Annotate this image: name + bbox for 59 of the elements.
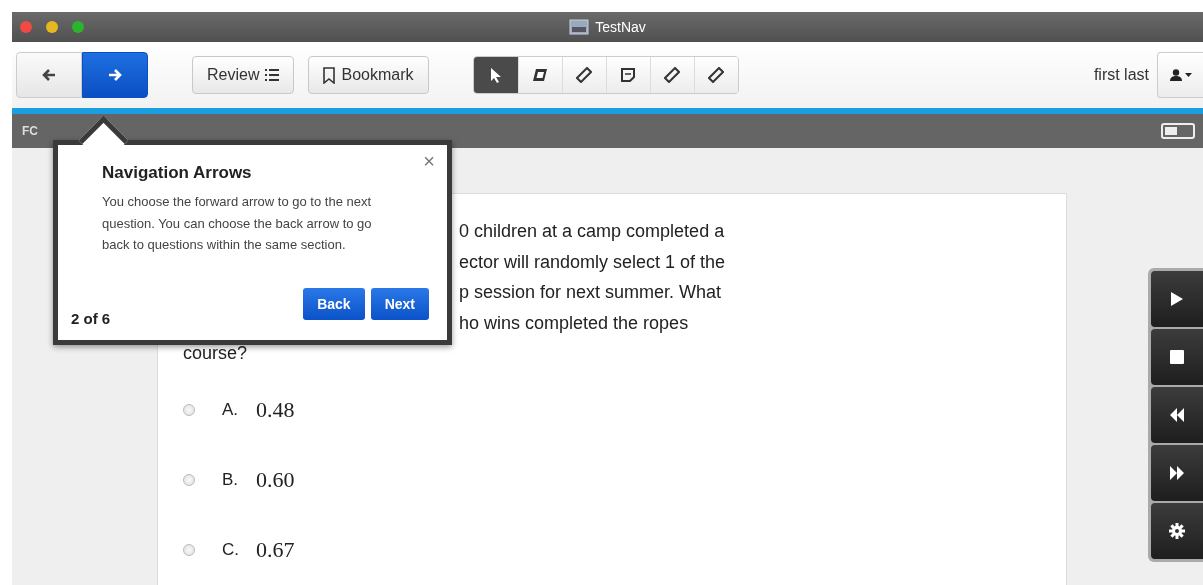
choice-letter: C. [222, 539, 240, 560]
choice-letter: A. [222, 399, 240, 420]
choice-value: 0.60 [256, 466, 295, 493]
minimize-window-icon[interactable] [46, 21, 58, 33]
forward-button[interactable] [82, 52, 148, 98]
app-icon [569, 19, 590, 35]
fast-forward-icon [1169, 466, 1185, 480]
step-counter: 2 of 6 [71, 310, 111, 327]
question-text: ho wins completed the ropes [459, 311, 689, 335]
zoom-window-icon[interactable] [72, 21, 84, 33]
note-tool-button[interactable] [605, 57, 650, 93]
toggle-icon[interactable] [1161, 123, 1195, 139]
choice-value: 0.48 [256, 396, 295, 423]
close-button[interactable]: × [423, 151, 435, 171]
play-icon [1170, 291, 1184, 307]
breadcrumb-text: FC [22, 124, 38, 138]
popover-title: Navigation Arrows [102, 163, 252, 183]
popover-button[interactable]: Back [303, 288, 365, 320]
pencil-tool-button[interactable] [649, 57, 694, 93]
pencil-tool-button[interactable] [561, 57, 606, 93]
review-button[interactable]: Review [192, 56, 295, 94]
person-icon [1169, 69, 1182, 81]
radio-button[interactable] [183, 473, 195, 486]
choice-letter: B. [222, 469, 240, 490]
pencil-icon [576, 67, 592, 83]
left-arrow-icon [42, 68, 56, 82]
stop-button[interactable] [1151, 329, 1203, 385]
fast-forward-button[interactable] [1151, 445, 1203, 501]
window-title: TestNav [595, 19, 646, 35]
pointer-icon [489, 67, 502, 83]
question-text: course? [183, 342, 248, 366]
right-arrow-icon [108, 68, 122, 82]
radio-button[interactable] [183, 403, 195, 416]
popover-button[interactable]: Next [370, 288, 429, 320]
list-icon [265, 69, 280, 81]
pencil-tool-button[interactable] [693, 57, 738, 93]
pointer-tool-button[interactable] [473, 57, 518, 93]
rewind-icon [1169, 408, 1185, 422]
settings-button[interactable] [1151, 503, 1203, 559]
rewind-button[interactable] [1151, 387, 1203, 443]
question-text: ector will randomly select 1 of the [459, 250, 726, 274]
pencil-icon [664, 67, 680, 83]
play-button[interactable] [1151, 271, 1203, 327]
caret-icon [1184, 73, 1192, 77]
settings-icon [1169, 523, 1185, 539]
stop-icon [1170, 350, 1184, 364]
radio-button[interactable] [183, 543, 195, 556]
question-text: 0 children at a camp completed a [459, 220, 725, 243]
note-icon [620, 67, 636, 83]
bookmark-button[interactable]: Bookmark [308, 56, 429, 94]
popover-text: You choose the forward arrow to go to the next question. You can choose the back arrow to go back to questions within the same section. [102, 193, 373, 254]
eraser-tool-button[interactable] [517, 57, 562, 93]
user-menu-button[interactable] [1157, 52, 1203, 98]
eraser-icon [531, 67, 549, 83]
question-text: p session for next summer. What [459, 281, 722, 305]
user-name: first last [1093, 66, 1149, 84]
bookmark-icon [323, 66, 336, 84]
pencil-icon [708, 67, 724, 83]
choice-value: 0.67 [256, 536, 295, 563]
